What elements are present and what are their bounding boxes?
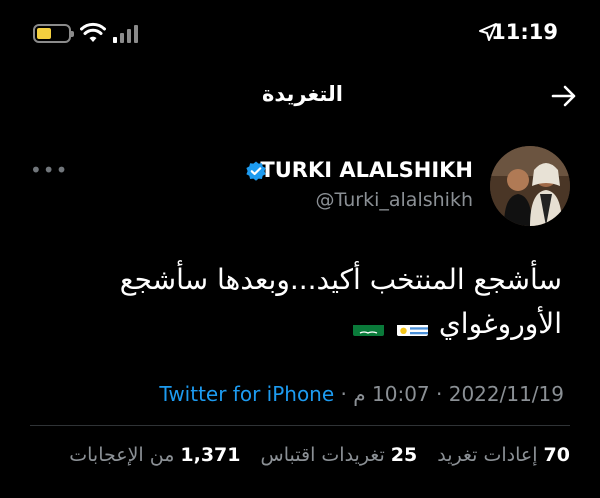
quotes-count: 25 (390, 444, 418, 466)
retweets-label: إعادات تغريد (437, 444, 538, 466)
retweets-stat[interactable]: 70إعادات تغريد (431, 444, 570, 466)
battery-icon (33, 24, 74, 43)
avatar[interactable] (490, 146, 570, 226)
signal-icon (113, 25, 138, 43)
arrow-right-icon[interactable] (550, 84, 578, 108)
tweet-time: 10:07 م (353, 382, 430, 406)
quotes-stat[interactable]: 25تغريدات اقتباس (255, 444, 418, 466)
quotes-label: تغريدات اقتباس (260, 444, 385, 466)
meta-separator-1: · (340, 382, 347, 406)
likes-count: 1,371 (180, 444, 241, 466)
page-title: التغريدة (262, 82, 343, 106)
divider (30, 425, 570, 426)
meta-separator-2: · (436, 382, 443, 406)
author-name[interactable]: TURKI ALALSHIKH (260, 158, 473, 182)
tweet-line-2-text: الأوروغواي (438, 307, 562, 340)
uruguay-flag-icon (396, 315, 428, 336)
tweet-meta: Twitter for iPhone · 10:07 م · 2022/11/1… (159, 382, 564, 406)
tweet-line-2: الأوروغواي (42, 302, 562, 346)
status-time: 11:19 (491, 20, 558, 44)
wifi-icon (80, 22, 106, 42)
tweet-date: 2022/11/19 (448, 382, 564, 406)
tweet-stats: 70إعادات تغريد 25تغريدات اقتباس 1,371من … (55, 444, 570, 466)
likes-stat[interactable]: 1,371من الإعجابات (69, 444, 240, 466)
likes-label: من الإعجابات (69, 444, 175, 466)
top-bar: التغريدة (0, 70, 600, 120)
tweet-source-link[interactable]: Twitter for iPhone (159, 382, 334, 406)
author-handle[interactable]: @Turki_alalshikh (316, 189, 473, 211)
status-bar: 11:19 (0, 0, 600, 62)
saudi-flag-icon (353, 315, 385, 336)
tweet-text: سأشجع المنتخب أكيد...وبعدها سأشجع الأورو… (42, 258, 562, 346)
retweets-count: 70 (543, 444, 570, 466)
more-dots-icon[interactable]: ••• (30, 158, 68, 182)
tweet-line-1: سأشجع المنتخب أكيد...وبعدها سأشجع (119, 263, 562, 296)
verified-badge-icon (246, 161, 266, 181)
